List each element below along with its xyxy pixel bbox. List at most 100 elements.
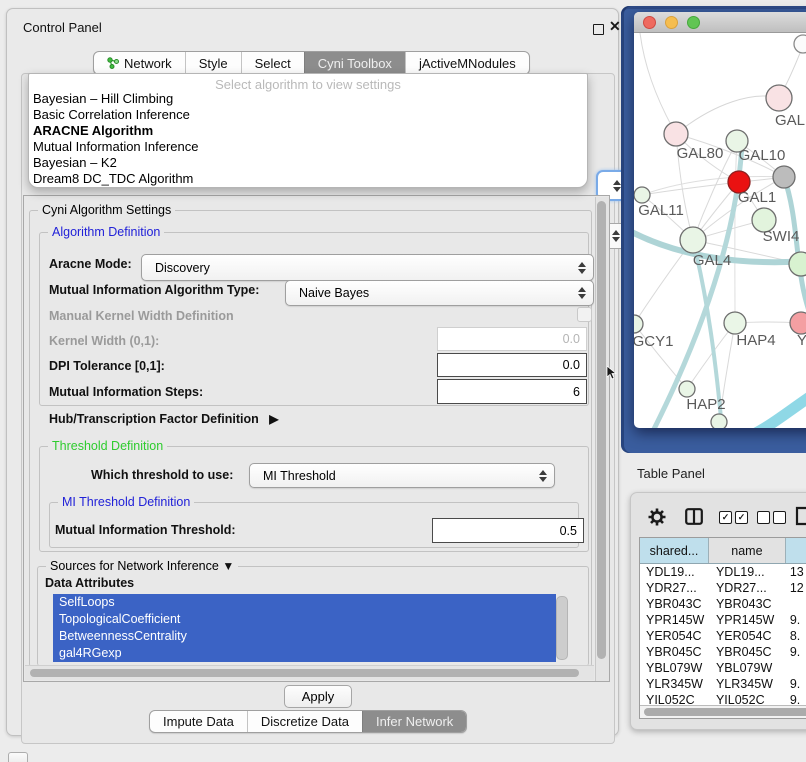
network-node[interactable] (711, 414, 727, 428)
attribute-list-item[interactable]: gal4RGexp (53, 645, 556, 662)
mi-threshold-field[interactable]: 0.5 (432, 518, 584, 543)
checked-columns-icon[interactable]: ✓✓ (719, 511, 748, 524)
table-cell: YBL079W (640, 660, 709, 676)
tab-label: Network (124, 56, 172, 71)
tab-impute-data[interactable]: Impute Data (150, 711, 247, 732)
dpi-tolerance-field[interactable]: 0.0 (437, 353, 587, 377)
mi-steps-field[interactable]: 6 (437, 379, 587, 404)
close-traffic-light-icon[interactable] (643, 16, 656, 29)
tab-select[interactable]: Select (241, 52, 304, 74)
table-row[interactable]: YLR345WYLR345W9. (640, 676, 806, 692)
table-body: YDL19...YDL19...13YDR27...YDR27...12YBR0… (640, 564, 806, 705)
network-node[interactable] (773, 166, 795, 188)
float-window-icon[interactable] (593, 24, 604, 35)
network-node[interactable] (634, 187, 650, 203)
table-cell (786, 596, 806, 612)
network-window-titlebar[interactable] (634, 12, 806, 33)
kernel-width-field[interactable]: 0.0 (437, 327, 587, 351)
dropdown-item[interactable]: Bayesian – K2 (29, 155, 587, 171)
mi-type-label: Mutual Information Algorithm Type: (49, 283, 259, 297)
network-edge[interactable] (642, 182, 739, 195)
tab-label: Impute Data (163, 714, 234, 729)
network-node[interactable] (680, 227, 706, 253)
table-cell: 9. (786, 676, 806, 692)
network-canvas[interactable]: GALGAL80GAL10GAL1GAL11SWI4GAL4GCY1HAP4YH… (634, 33, 806, 428)
table-row[interactable]: YBL079WYBL079W (640, 660, 806, 676)
horizontal-scrollbar-thumb[interactable] (30, 669, 579, 677)
tab-discretize-data[interactable]: Discretize Data (247, 711, 362, 732)
close-icon[interactable]: ✕ (609, 18, 621, 35)
sources-toggle[interactable]: Sources for Network Inference ▼ (46, 559, 238, 573)
attribute-list-item[interactable]: TopologicalCoefficient (53, 611, 556, 628)
mi-threshold-value: 0.5 (560, 524, 577, 538)
aracne-mode-combo[interactable]: Discovery (141, 254, 594, 281)
column-header[interactable]: A (786, 538, 806, 563)
node-label: GAL1 (738, 189, 776, 206)
data-attributes-list[interactable]: SelfLoopsTopologicalCoefficientBetweenne… (53, 594, 580, 663)
column-header[interactable]: shared... (640, 538, 709, 563)
network-node[interactable] (789, 252, 806, 276)
network-node[interactable] (679, 381, 695, 397)
table-cell: 9. (786, 692, 806, 705)
cyni-settings-group-title: Cyni Algorithm Settings (38, 203, 175, 217)
network-edge[interactable] (676, 96, 779, 134)
threshold-definition-title: Threshold Definition (48, 439, 167, 453)
dropdown-item[interactable]: Bayesian – Hill Climbing (29, 91, 587, 107)
network-edge[interactable] (735, 141, 737, 323)
table-row[interactable]: YIL052CYIL052C9. (640, 692, 806, 705)
dropdown-item[interactable]: Mutual Information Inference (29, 139, 587, 155)
dropdown-item[interactable]: Dream8 DC_TDC Algorithm (29, 171, 587, 187)
node-label: GAL (775, 112, 805, 129)
dropdown-item[interactable]: ARACNE Algorithm (29, 123, 587, 139)
table-row[interactable]: YPR145WYPR145W9. (640, 612, 806, 628)
table-cell: YBR043C (640, 596, 709, 612)
list-scrollbar-thumb[interactable] (556, 596, 568, 660)
network-node[interactable] (634, 315, 643, 333)
mi-type-combo[interactable]: Naive Bayes (285, 280, 594, 306)
data-attributes-label: Data Attributes (45, 576, 134, 590)
network-edge[interactable] (640, 33, 676, 134)
node-label: GAL80 (677, 145, 724, 162)
network-node[interactable] (790, 312, 806, 334)
which-threshold-combo[interactable]: MI Threshold (249, 463, 555, 488)
network-node[interactable] (724, 312, 746, 334)
apply-button[interactable]: Apply (284, 685, 352, 708)
bottom-tab-bar: Impute Data Discretize DataInfer Network (149, 710, 467, 733)
unchecked-columns-icon[interactable] (757, 511, 786, 524)
column-split-icon[interactable] (685, 508, 703, 525)
gear-icon[interactable] (647, 507, 667, 527)
dropdown-item[interactable]: Basic Correlation Inference (29, 107, 587, 123)
table-header-row: shared...nameA (640, 538, 806, 564)
table-row[interactable]: YER054CYER054C8. (640, 628, 806, 644)
network-node[interactable] (794, 35, 806, 53)
table-cell: YPR145W (709, 612, 786, 628)
hub-definition-toggle[interactable]: Hub/Transcription Factor Definition ▶ (49, 412, 278, 426)
manual-kernel-checkbox[interactable] (577, 307, 592, 322)
algorithm-dropdown-popup: Select algorithm to view settings Bayesi… (28, 73, 588, 188)
table-row[interactable]: YDR27...YDR27...12 (640, 580, 806, 596)
column-header[interactable]: name (709, 538, 786, 563)
tab-style[interactable]: Style (185, 52, 241, 74)
table-row[interactable]: YDL19...YDL19...13 (640, 564, 806, 580)
bottom-left-button[interactable] (8, 752, 28, 762)
table-horizontal-scrollbar-thumb[interactable] (644, 708, 806, 716)
tab-infer-network[interactable]: Infer Network (362, 711, 466, 732)
table-row[interactable]: YBR043CYBR043C (640, 596, 806, 612)
vertical-scrollbar-thumb[interactable] (597, 201, 606, 659)
network-node[interactable] (664, 122, 688, 146)
table-horizontal-scrollbar[interactable] (640, 705, 806, 718)
tab-network[interactable]: Network (94, 52, 185, 74)
minimize-traffic-light-icon[interactable] (665, 16, 678, 29)
network-edge[interactable] (752, 373, 806, 428)
table-file-icon[interactable] (795, 506, 806, 526)
tab-jactivemnodules[interactable]: jActiveMNodules (405, 52, 529, 74)
node-label: GAL11 (638, 202, 684, 219)
attribute-list-item[interactable]: BetweennessCentrality (53, 628, 556, 645)
network-view-window: GALGAL80GAL10GAL1GAL11SWI4GAL4GCY1HAP4YH… (634, 12, 806, 428)
manual-kernel-label: Manual Kernel Width Definition (49, 309, 234, 323)
tab-cyni-toolbox[interactable]: Cyni Toolbox (304, 52, 405, 74)
network-node[interactable] (766, 85, 792, 111)
zoom-traffic-light-icon[interactable] (687, 16, 700, 29)
attribute-list-item[interactable]: SelfLoops (53, 594, 556, 611)
table-row[interactable]: YBR045CYBR045C9. (640, 644, 806, 660)
